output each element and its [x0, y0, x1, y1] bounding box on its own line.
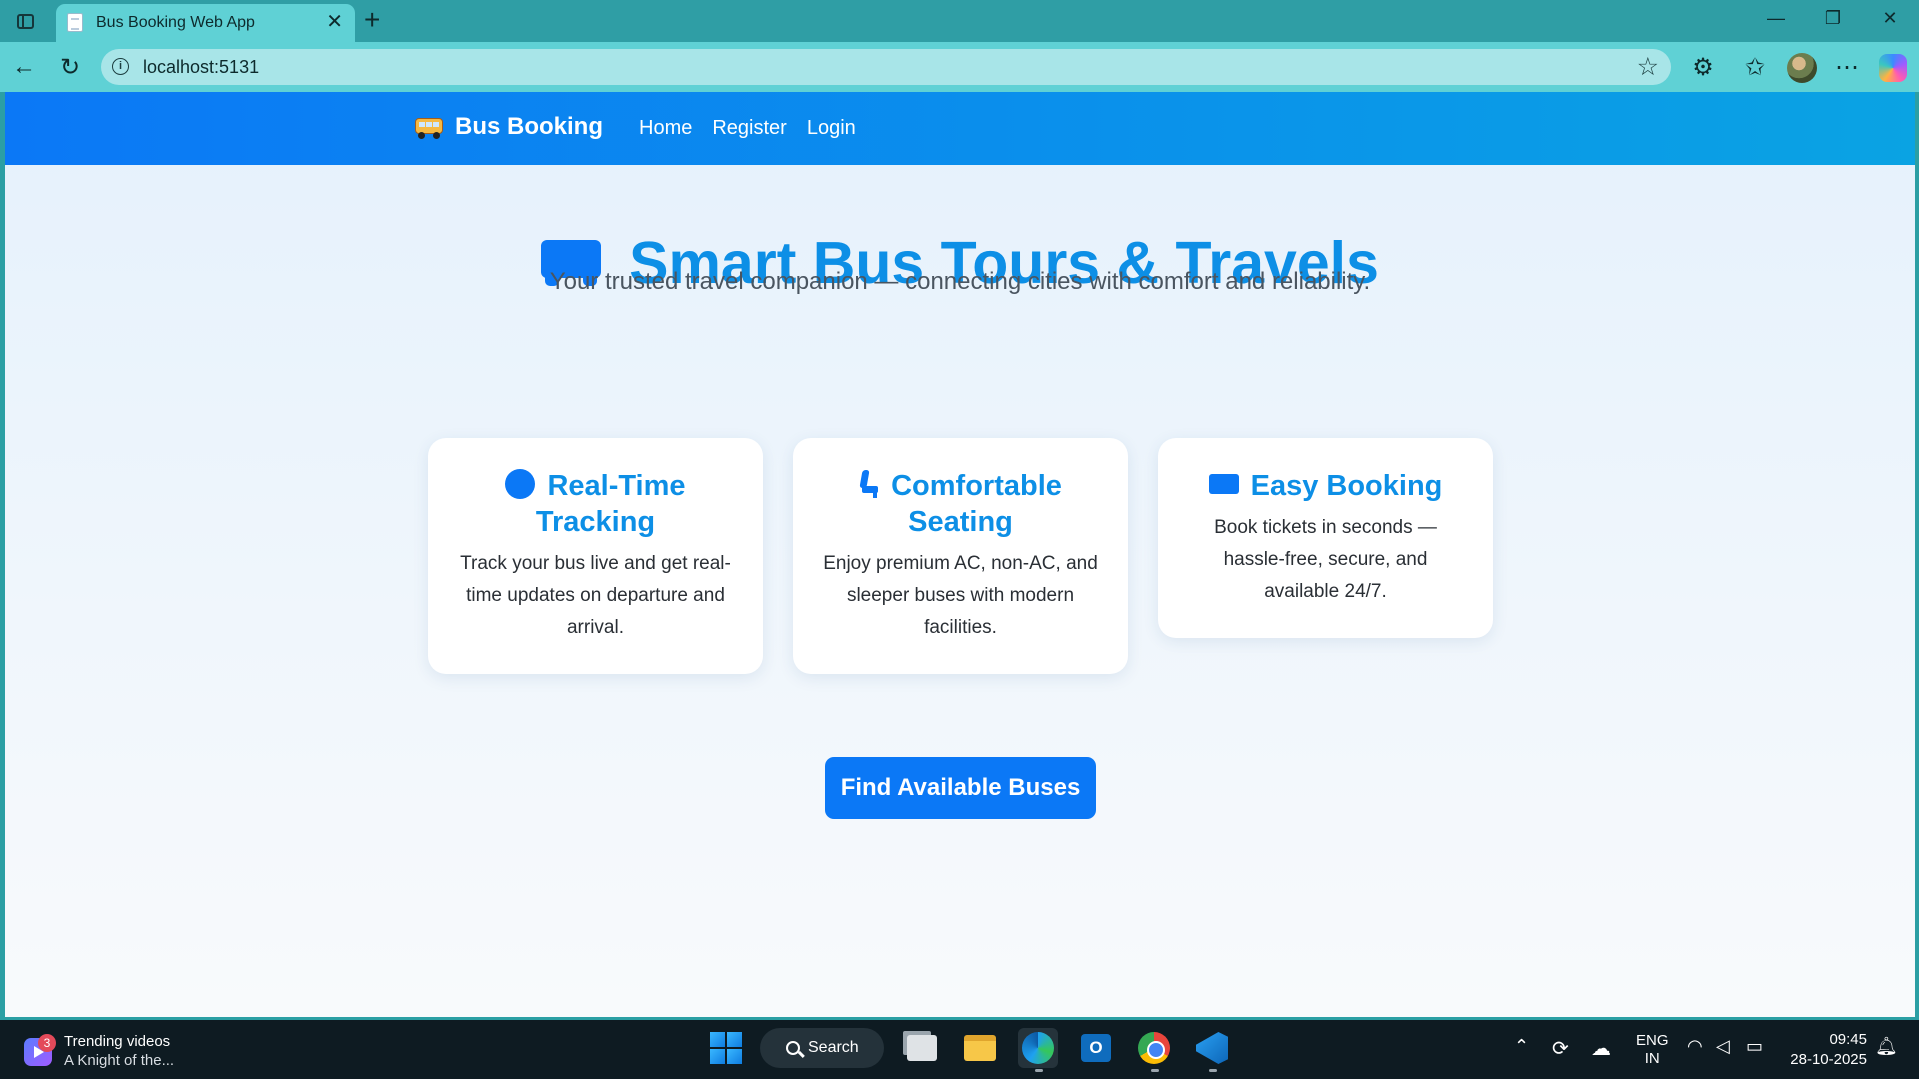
location-dot-icon: [505, 469, 536, 500]
browser-toolbar: ← ↻ i localhost:5131 ☆ ⚙ ✩ ⋯: [0, 42, 1919, 92]
notification-badge: 3: [38, 1034, 56, 1052]
tab-close-icon[interactable]: ✕: [326, 11, 343, 33]
wifi-icon[interactable]: ◠: [1687, 1036, 1703, 1057]
video-play-icon: 3: [24, 1034, 56, 1066]
widget-subtitle: A Knight of the...: [64, 1052, 175, 1069]
browser-tab[interactable]: Bus Booking Web App ✕: [56, 4, 355, 42]
nav-links: Home Register Login: [639, 117, 856, 140]
nav-home-link[interactable]: Home: [639, 117, 692, 140]
url-text[interactable]: localhost:5131: [143, 57, 259, 78]
onedrive-cloud-icon[interactable]: ☁: [1591, 1036, 1611, 1061]
hero-subtitle: Your trusted travel companion — connecti…: [549, 268, 1371, 295]
file-explorer-icon[interactable]: [960, 1028, 1000, 1068]
volume-icon[interactable]: ◁: [1716, 1036, 1730, 1057]
brand-link[interactable]: Bus Booking: [415, 113, 603, 141]
edge-browser-icon[interactable]: [1018, 1028, 1058, 1072]
clock[interactable]: 09:45 28-10-2025: [1790, 1030, 1867, 1070]
clock-date: 28-10-2025: [1790, 1051, 1867, 1068]
sync-icon[interactable]: ⟳: [1552, 1036, 1569, 1061]
feature-card-text: Book tickets in seconds — hassle-free, s…: [1214, 517, 1437, 602]
bus-emoji-icon: [415, 116, 443, 139]
tab-title: Bus Booking Web App: [96, 14, 255, 31]
close-window-button[interactable]: ✕: [1870, 8, 1910, 29]
chevron-up-icon[interactable]: ⌃: [1514, 1036, 1529, 1057]
ticket-icon: [1208, 474, 1239, 495]
start-windows-icon[interactable]: [710, 1032, 742, 1064]
feature-card-booking: Easy Booking Book tickets in seconds — h…: [1158, 438, 1493, 638]
copilot-icon[interactable]: [1879, 54, 1907, 82]
nav-login-link[interactable]: Login: [807, 117, 856, 140]
feature-card-title: Easy Booking: [1186, 468, 1465, 504]
feature-card-title: Real-Time Tracking: [456, 468, 735, 540]
seat-icon: [859, 470, 879, 499]
feature-cards: Real-Time Tracking Track your bus live a…: [428, 438, 1493, 674]
battery-icon[interactable]: ▭: [1746, 1036, 1763, 1057]
feature-card-title: Comfortable Seating: [821, 468, 1100, 540]
chrome-icon[interactable]: [1134, 1028, 1174, 1072]
extensions-puzzle-icon[interactable]: ⚙: [1688, 52, 1718, 82]
page-viewport: Bus Booking Home Register Login Smart Bu…: [5, 92, 1915, 1017]
site-navbar: Bus Booking Home Register Login: [5, 92, 1915, 165]
outlook-icon[interactable]: O: [1076, 1028, 1116, 1068]
nav-register-link[interactable]: Register: [712, 117, 786, 140]
restore-button[interactable]: ❐: [1813, 8, 1853, 29]
language-indicator[interactable]: ENG IN: [1636, 1032, 1669, 1068]
minimize-button[interactable]: —: [1756, 8, 1796, 29]
taskbar-search[interactable]: Search: [760, 1028, 884, 1068]
favorites-icon[interactable]: ✩: [1740, 52, 1770, 82]
more-menu-icon[interactable]: ⋯: [1832, 52, 1862, 82]
language-code: ENG: [1636, 1032, 1669, 1049]
feature-card-text: Track your bus live and get real-time up…: [460, 553, 731, 638]
feature-card-tracking: Real-Time Tracking Track your bus live a…: [428, 438, 763, 674]
clock-time: 09:45: [1829, 1031, 1867, 1048]
new-tab-button[interactable]: +: [364, 5, 380, 35]
widget-title: Trending videos: [64, 1033, 171, 1050]
feature-card-seating: Comfortable Seating Enjoy premium AC, no…: [793, 438, 1128, 674]
page-favicon-icon: [67, 13, 83, 32]
region-code: IN: [1644, 1050, 1660, 1067]
task-view-icon[interactable]: [902, 1028, 942, 1068]
vscode-icon[interactable]: [1192, 1028, 1232, 1072]
address-bar[interactable]: i localhost:5131 ☆: [101, 49, 1671, 85]
find-buses-button[interactable]: Find Available Buses: [825, 757, 1096, 819]
feature-card-text: Enjoy premium AC, non-AC, and sleeper bu…: [823, 553, 1098, 638]
site-info-icon[interactable]: i: [112, 58, 129, 75]
tab-strip: Bus Booking Web App ✕ + — ❐ ✕: [0, 0, 1919, 42]
favorite-star-icon[interactable]: ☆: [1637, 52, 1659, 82]
search-icon: [786, 1041, 800, 1055]
back-arrow-icon[interactable]: ←: [9, 52, 39, 82]
tab-actions-menu-icon[interactable]: [12, 9, 38, 33]
os-taskbar: 3 Trending videos A Knight of the... Sea…: [0, 1020, 1919, 1079]
notifications-bell-icon[interactable]: 🔔︎: [1875, 1036, 1898, 1057]
taskbar-apps: Search O: [710, 1028, 1232, 1072]
widgets-button[interactable]: 3 Trending videos A Knight of the...: [24, 1032, 174, 1070]
taskbar-search-label: Search: [808, 1039, 859, 1056]
brand-name: Bus Booking: [455, 113, 603, 140]
profile-avatar[interactable]: [1787, 53, 1817, 83]
refresh-icon[interactable]: ↻: [55, 52, 85, 82]
